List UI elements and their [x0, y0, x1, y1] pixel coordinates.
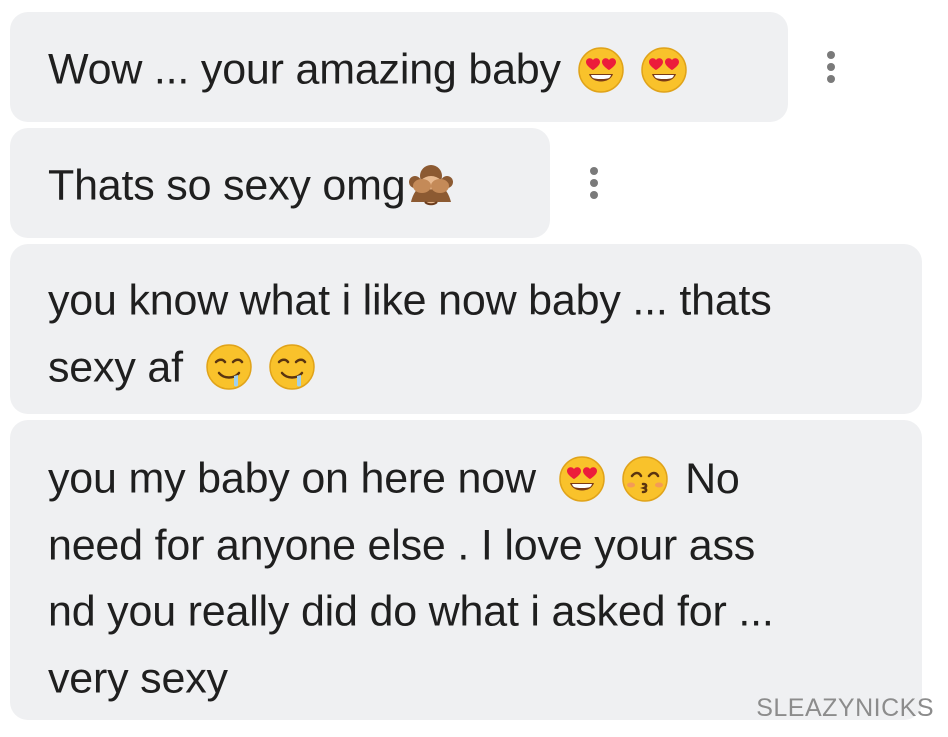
- message-text: sexy af: [48, 343, 183, 392]
- message-text: very sexy: [48, 654, 228, 703]
- message-line: nd you really did do what i asked for ..…: [48, 577, 922, 644]
- message-text: No: [685, 454, 740, 503]
- message-options-icon[interactable]: [821, 47, 841, 87]
- message-text: Thats so sexy omg: [48, 161, 406, 210]
- kissing-smiling-eyes-icon: [621, 455, 669, 503]
- message-text: Wow ... your amazing baby: [48, 45, 561, 94]
- message-line: Thats so sexy omg: [48, 151, 550, 218]
- message-bubble[interactable]: you know what i like now baby ... thats …: [10, 244, 922, 414]
- heart-eyes-icon: [558, 455, 606, 503]
- message-line: you know what i like now baby ... thats: [48, 266, 922, 333]
- drooling-face-icon: [268, 343, 316, 391]
- message-line: need for anyone else . I love your ass: [48, 511, 922, 578]
- message-line: Wow ... your amazing baby: [48, 35, 788, 102]
- message-text: nd you really did do what i asked for ..…: [48, 587, 774, 636]
- message-bubble[interactable]: Wow ... your amazing baby: [10, 12, 788, 122]
- heart-eyes-icon: [577, 46, 625, 94]
- message-bubble[interactable]: you my baby on here now No need for anyo…: [10, 420, 922, 720]
- message-line: sexy af: [48, 333, 922, 400]
- message-text: you know what i like now baby ... thats: [48, 276, 772, 325]
- message-line: you my baby on here now No: [48, 444, 922, 511]
- see-no-evil-monkey-icon: [407, 162, 455, 210]
- message-text: need for anyone else . I love your ass: [48, 521, 756, 570]
- chat-thread: Wow ... your amazing baby Thats so sexy …: [0, 0, 948, 737]
- message-options-icon[interactable]: [584, 163, 604, 203]
- drooling-face-icon: [205, 343, 253, 391]
- message-bubble[interactable]: Thats so sexy omg: [10, 128, 550, 238]
- message-text: you my baby on here now: [48, 454, 536, 503]
- watermark: SLEAZYNICKS: [756, 694, 934, 722]
- heart-eyes-icon: [640, 46, 688, 94]
